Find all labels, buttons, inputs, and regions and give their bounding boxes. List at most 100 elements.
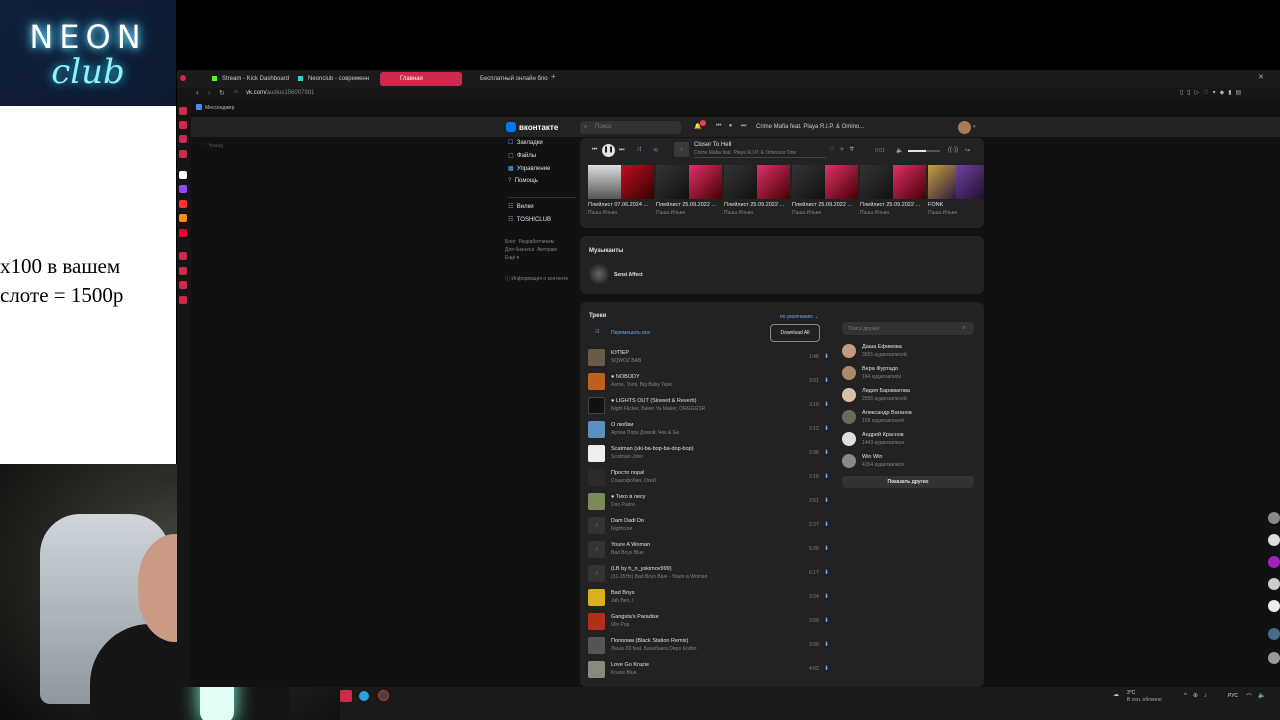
download-icon[interactable]: ⬇ — [824, 473, 829, 480]
chat-avatar[interactable] — [1268, 578, 1280, 590]
browser-menu-icon[interactable] — [180, 75, 186, 81]
wifi-icon[interactable]: ⌒ — [1246, 692, 1252, 701]
tab-vk-home[interactable]: Главная — [380, 72, 462, 86]
friends-search-input[interactable]: Поиск друзей ⌕ — [842, 322, 974, 335]
back-icon[interactable]: ‹ — [196, 88, 199, 97]
chat-avatar[interactable] — [1268, 628, 1280, 640]
sidebar-ok-icon[interactable] — [179, 214, 187, 222]
download-icon[interactable]: ⬇ — [824, 617, 829, 624]
player-track-title[interactable]: Closer To Hell — [694, 142, 731, 148]
download-icon[interactable]: ⬇ — [824, 497, 829, 504]
track-row[interactable]: ♪ (LB by h_n_yskimov999) (31-35Hz) Bad B… — [588, 564, 832, 586]
sidebar-youtube-icon[interactable] — [179, 200, 187, 208]
download-icon[interactable]: ⬇ — [824, 641, 829, 648]
friend-item[interactable]: Win Win 4154 аудиозаписи — [842, 452, 976, 472]
nav-item-toshiclub[interactable]: ☷ TOSHICLUB — [508, 216, 576, 229]
home-icon[interactable]: ⌂ — [234, 89, 238, 95]
download-icon[interactable]: ⬇ — [824, 353, 829, 360]
track-row[interactable]: ● LIGHTS OUT (Slowed & Reverb) Night Fli… — [588, 396, 832, 418]
sort-dropdown[interactable]: по умолчанию ⌄ — [780, 314, 819, 320]
breadcrumb-back[interactable]: ⌃ Назад — [203, 143, 223, 149]
chat-avatar[interactable] — [1268, 652, 1280, 664]
track-row[interactable]: ♪ Youre A Woman Bad Boys Blue 5:25 ⬇ — [588, 540, 832, 562]
reload-icon[interactable]: ↻ — [219, 89, 225, 97]
broadcast-icon[interactable]: ((·)) — [948, 147, 958, 153]
player-pause-icon[interactable]: ❚❚ — [602, 144, 615, 157]
sidebar-twitch-icon[interactable] — [179, 185, 187, 193]
forward-icon[interactable]: › — [208, 88, 211, 97]
friend-item[interactable]: Даша Ефимова 3655 аудиозаписей — [842, 342, 976, 362]
track-row[interactable]: Просто пора! Социофобия, Owa1 2:15 ⬇ — [588, 468, 832, 490]
language-indicator[interactable]: РУС — [1228, 693, 1238, 699]
sidebar-notes-icon[interactable] — [179, 150, 187, 158]
chat-avatar[interactable] — [1268, 600, 1280, 612]
browser-toolbar-icons[interactable]: ▯▯▷♡▾◆▮▤ — [1180, 89, 1245, 96]
sidebar-arc-icon[interactable] — [179, 171, 187, 179]
show-more-friends-button[interactable]: Показать других — [842, 476, 974, 488]
friend-item[interactable]: Александр Ваганов 158 аудиозаписей — [842, 408, 976, 428]
sidebar-settings-icon[interactable] — [179, 296, 187, 304]
nav-item-files[interactable]: ▢ Файлы — [508, 152, 576, 165]
player-next-icon[interactable]: ⏭ — [619, 147, 624, 154]
track-row[interactable]: ● Тихо в лесу Don Padre 2:51 ⬇ — [588, 492, 832, 514]
weather-temp[interactable]: 3°C — [1127, 690, 1135, 696]
header-next-icon[interactable]: ⏭ — [741, 123, 746, 130]
download-icon[interactable]: ⬇ — [824, 401, 829, 408]
speaker-icon[interactable]: 🔈 — [1258, 692, 1265, 699]
download-icon[interactable]: ⬇ — [824, 521, 829, 528]
header-prev-icon[interactable]: ⏮ — [716, 123, 721, 130]
player-prev-icon[interactable]: ⏮ — [592, 147, 597, 154]
tab-free-blocker[interactable]: Бесплатный онлайн блок — [466, 72, 548, 86]
download-icon[interactable]: ⬇ — [824, 545, 829, 552]
telegram-taskbar-icon[interactable] — [359, 691, 369, 701]
track-row[interactable]: Пополам (Black Station Remix) Леша Л3 fe… — [588, 636, 832, 658]
sidebar-apps-icon[interactable] — [179, 135, 187, 143]
player-extra-icons[interactable]: ♡✧⇈ — [829, 146, 859, 153]
download-icon[interactable]: ⬇ — [824, 593, 829, 600]
friend-item[interactable]: Лидия Барамагова 2555 аудиозаписей — [842, 386, 976, 406]
nav-item-bookmarks[interactable]: ☐ Закладки — [508, 139, 576, 152]
track-row[interactable]: ♪ Dam Dadi Do Nightcore 2:27 ⬇ — [588, 516, 832, 538]
chat-avatar[interactable] — [1268, 512, 1280, 524]
sidebar-clock-icon[interactable] — [179, 267, 187, 275]
chevron-down-icon[interactable]: ▾ — [973, 124, 976, 130]
nav-item-help[interactable]: ? Помощь — [508, 178, 576, 191]
footer-link-business[interactable]: Для бизнеса — [505, 247, 534, 253]
bookmark-messenger[interactable]: Мессенджер — [205, 105, 234, 111]
repeat-icon[interactable]: ⟲ — [653, 147, 658, 154]
sidebar-mail-icon[interactable] — [179, 121, 187, 129]
obs-taskbar-icon[interactable] — [378, 690, 389, 701]
track-row[interactable]: Bad Boys Jah Ben, I 3:24 ⬇ — [588, 588, 832, 610]
track-row[interactable]: Scatman (ski-ba-bop-ba-dop-bop) Scatman … — [588, 444, 832, 466]
friend-item[interactable]: Андрей Краснов 1443 аудиозаписи — [842, 430, 976, 450]
download-icon[interactable]: ⬇ — [824, 449, 829, 456]
footer-content-info[interactable]: ⓘ Информация о контенте — [505, 275, 568, 282]
nav-item-forks[interactable]: ☷ Вилки — [508, 203, 576, 216]
chat-avatar[interactable] — [1268, 556, 1280, 568]
sidebar-history-icon[interactable] — [179, 252, 187, 260]
share-icon[interactable]: ↪ — [965, 147, 970, 154]
vk-logo-icon[interactable] — [506, 122, 516, 132]
download-icon[interactable]: ⬇ — [824, 569, 829, 576]
header-now-playing[interactable]: Crime Mafia feat. Playa R.I.P. & Omino..… — [756, 124, 864, 130]
tab-kick-dashboard[interactable]: Stream - Kick Dashboard — [208, 72, 290, 86]
url-field[interactable]: vk.com/audios156007981 — [246, 90, 314, 96]
footer-link-dev[interactable]: Разработчикам — [519, 239, 555, 245]
track-row[interactable]: Gangsta's Paradise 90s Pop 3:59 ⬇ — [588, 612, 832, 634]
sidebar-opera-icon[interactable] — [179, 229, 187, 237]
shuffle-all-button[interactable]: Перемешать все — [611, 330, 650, 336]
window-close-icon[interactable]: ✕ — [1258, 73, 1264, 81]
footer-link-more[interactable]: Ещё — [505, 255, 515, 261]
track-row[interactable]: КУПЕР SQWOZ BAB 1:46 ⬇ — [588, 348, 832, 370]
shuffle-icon[interactable]: ⤨ — [636, 147, 641, 154]
track-row[interactable]: Love Go Krazie Krazie Blue 4:02 ⬇ — [588, 660, 832, 682]
player-progress-bar[interactable] — [694, 157, 826, 158]
vk-search-input[interactable]: ⌕ Поиск — [580, 121, 681, 134]
sidebar-bulb-icon[interactable] — [179, 281, 187, 289]
player-track-artist[interactable]: Crime Mafia feat. Playa R.I.P. & Ominous… — [694, 150, 796, 156]
tray-icons[interactable]: ^⊕♪ — [1184, 692, 1213, 699]
tab-neonclub[interactable]: Neonclub - современн — [294, 72, 374, 86]
musician-name[interactable]: Sensi Affect — [614, 272, 643, 278]
download-icon[interactable]: ⬇ — [824, 665, 829, 672]
user-avatar[interactable] — [958, 121, 971, 134]
